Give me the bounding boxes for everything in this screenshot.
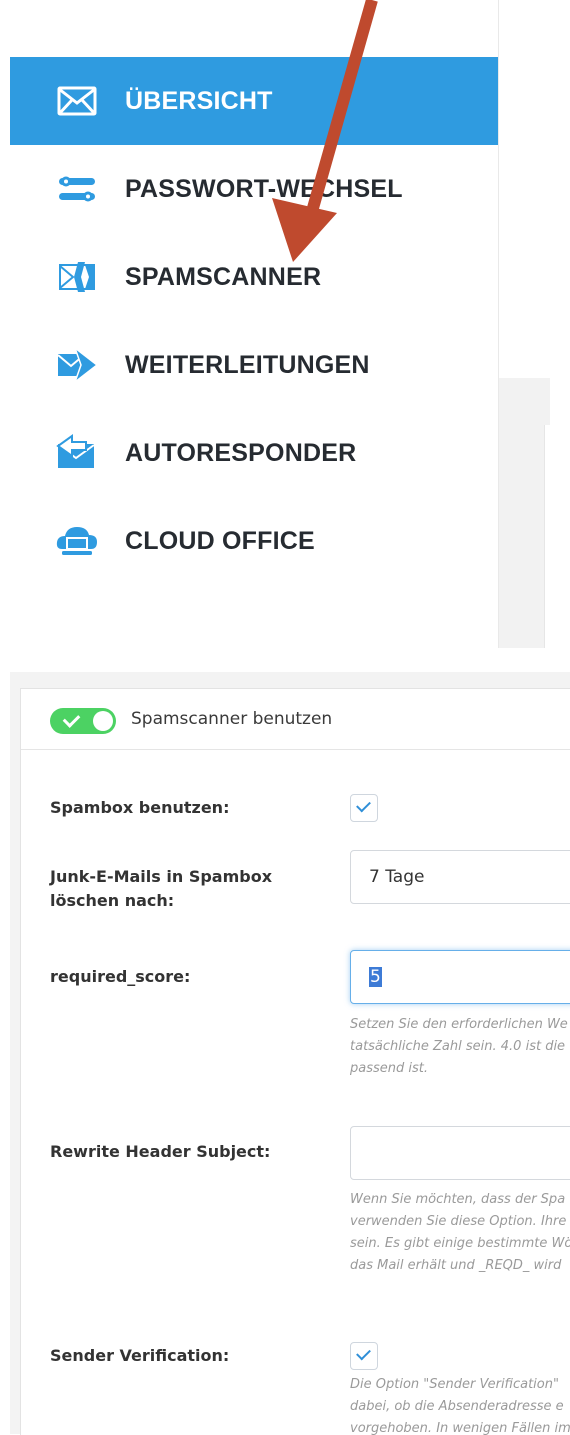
sidebar-item-spamscanner[interactable]: SPAMSCANNER — [10, 233, 498, 321]
sidebar-item-cloud-office[interactable]: CLOUD OFFICE — [10, 497, 498, 585]
toggle-label: Spamscanner benutzen — [131, 709, 333, 729]
check-icon — [62, 710, 81, 728]
help-line: das Mail erhält und _REQD_ wird — [350, 1258, 562, 1273]
content-area-edge — [498, 0, 570, 648]
sidebar-item-label: AUTORESPONDER — [125, 438, 357, 467]
rewrite-subject-label: Rewrite Header Subject: — [50, 1142, 271, 1161]
help-line: sein. Es gibt einige bestimmte Wö — [350, 1236, 570, 1251]
cloud-laptop-icon — [54, 522, 100, 560]
sidebar-item-label: WEITERLEITUNGEN — [125, 350, 370, 379]
settings-card: Spamscanner benutzen Spambox benutzen: J… — [20, 688, 570, 1435]
card-header: Spamscanner benutzen — [21, 689, 570, 750]
sidebar-menu: ÜBERSICHT PASSWORT-WECHSEL SPAMSCANNER W… — [10, 0, 499, 648]
sidebar-item-label: ÜBERSICHT — [125, 86, 273, 115]
spambox-label: Spambox benutzen: — [50, 798, 230, 817]
help-line: Setzen Sie den erforderlichen We — [350, 1017, 568, 1032]
sender-verification-label: Sender Verification: — [50, 1346, 230, 1365]
navigation-screenshot: ÜBERSICHT PASSWORT-WECHSEL SPAMSCANNER W… — [0, 0, 570, 648]
required-score-help: Setzen Sie den erforderlichen We tatsäch… — [350, 1014, 570, 1080]
help-line: dabei, ob die Absenderadresse e — [350, 1399, 564, 1414]
help-line: Wenn Sie möchten, dass der Spa — [350, 1192, 566, 1207]
help-line: tatsächliche Zahl sein. 4.0 ist die — [350, 1039, 566, 1054]
help-line: vorgehoben. In wenigen Fällen im — [350, 1421, 570, 1435]
spam-envelope-icon — [54, 258, 100, 296]
content-panel-inner — [544, 425, 551, 648]
junk-delete-label-line2: löschen nach: — [50, 891, 175, 910]
sender-verification-help: Die Option "Sender Verification" dabei, … — [350, 1374, 570, 1435]
rewrite-subject-help: Wenn Sie möchten, dass der Spa verwenden… — [350, 1189, 570, 1277]
sidebar-item-label: PASSWORT-WECHSEL — [125, 174, 403, 203]
spambox-checkbox[interactable] — [350, 794, 378, 822]
envelope-icon — [54, 82, 100, 120]
spamscanner-toggle[interactable] — [50, 708, 116, 734]
help-line: Die Option "Sender Verification" — [350, 1377, 559, 1392]
required-score-value: 5 — [369, 967, 382, 987]
junk-delete-label: Junk-E-Mails in Spambox löschen nach: — [50, 865, 272, 913]
junk-delete-value: 7 Tage — [369, 867, 425, 887]
required-score-input[interactable]: 5 — [350, 950, 570, 1004]
sidebar-item-weiterleitungen[interactable]: WEITERLEITUNGEN — [10, 321, 498, 409]
toggle-knob — [93, 711, 113, 731]
rewrite-subject-input[interactable] — [350, 1126, 570, 1180]
check-icon — [356, 1345, 371, 1361]
content-panel — [498, 378, 550, 648]
reply-envelope-icon — [54, 434, 100, 472]
sidebar-item-label: SPAMSCANNER — [125, 262, 322, 291]
key-icon — [54, 170, 100, 208]
sidebar-item-passwort-wechsel[interactable]: PASSWORT-WECHSEL — [10, 145, 498, 233]
junk-delete-label-line1: Junk-E-Mails in Spambox — [50, 867, 273, 886]
help-line: verwenden Sie diese Option. Ihre — [350, 1214, 567, 1229]
spamscanner-settings: Spamscanner benutzen Spambox benutzen: J… — [10, 672, 570, 1435]
sidebar-item-autoresponder[interactable]: AUTORESPONDER — [10, 409, 498, 497]
sidebar-item-label: CLOUD OFFICE — [125, 526, 315, 555]
required-score-label: required_score: — [50, 967, 191, 986]
help-line: passend ist. — [350, 1061, 428, 1076]
junk-delete-select[interactable]: 7 Tage — [350, 850, 570, 904]
sidebar-item-uebersicht[interactable]: ÜBERSICHT — [10, 57, 498, 145]
sender-verification-checkbox[interactable] — [350, 1342, 378, 1370]
check-icon — [356, 797, 371, 813]
forward-envelope-icon — [54, 346, 100, 384]
